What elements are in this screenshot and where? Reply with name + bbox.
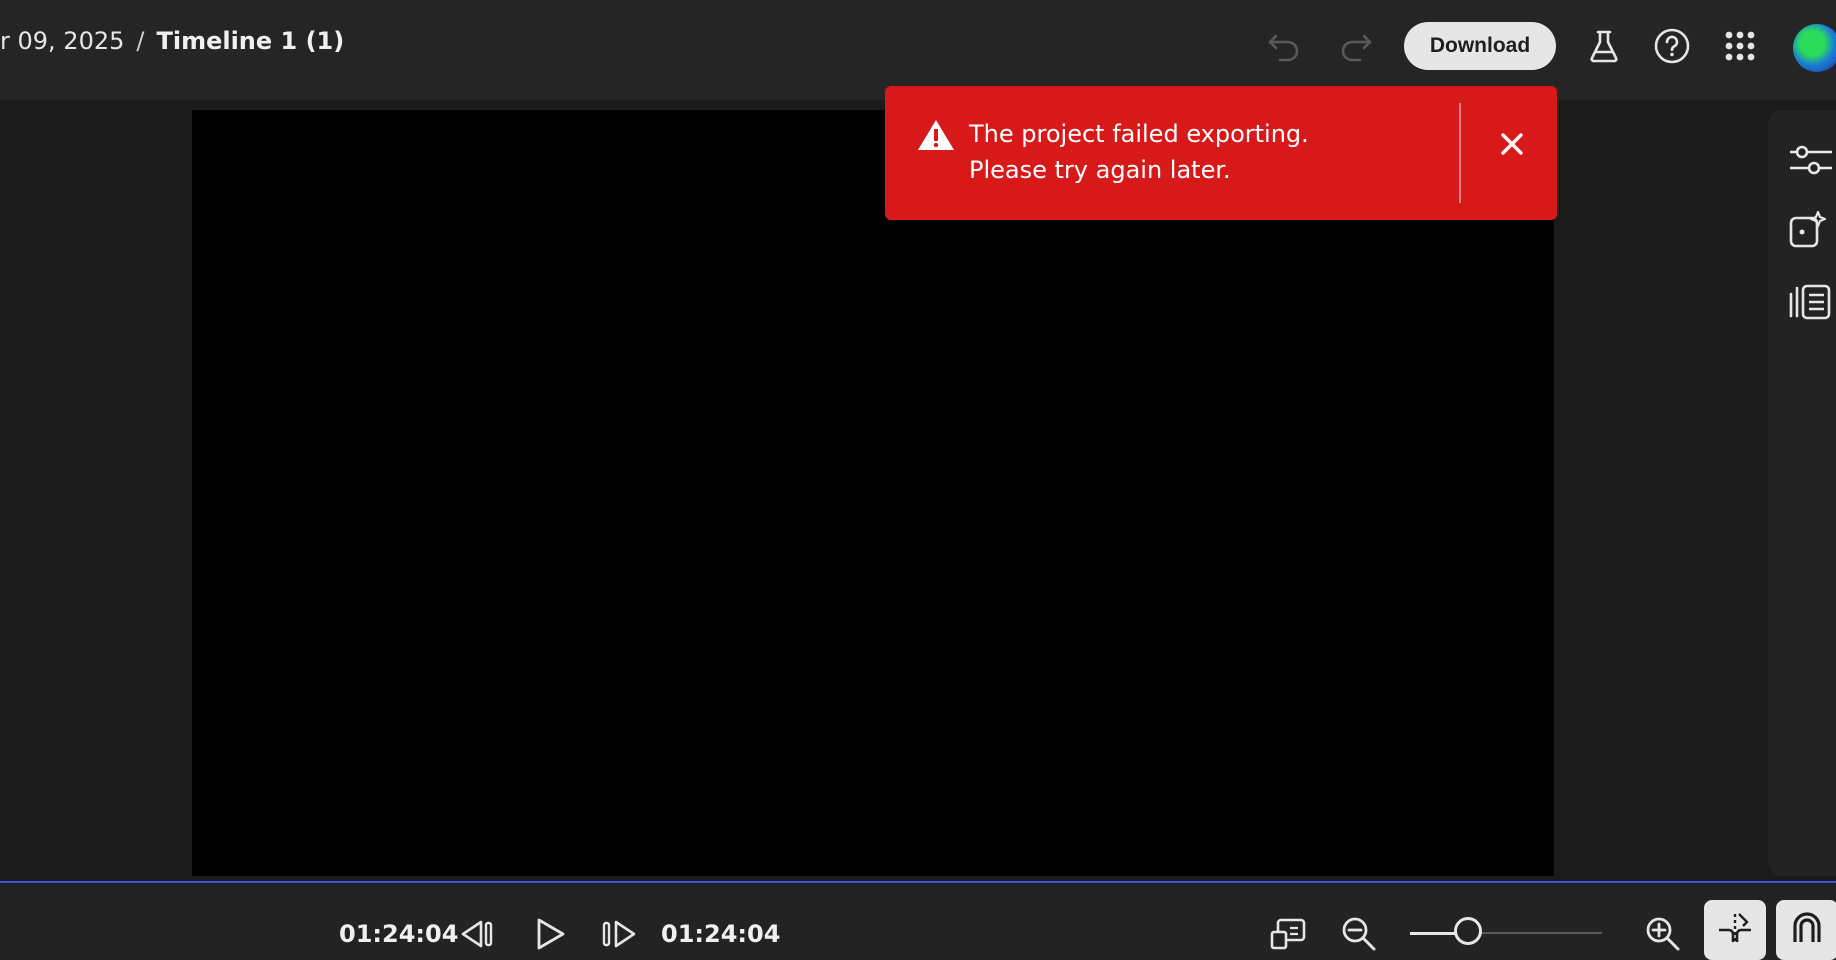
magic-sparkle-icon bbox=[1788, 208, 1832, 252]
toast-message: The project failed exporting. Please try… bbox=[969, 120, 1309, 184]
captions-list-icon bbox=[1788, 282, 1832, 322]
zoom-out-button[interactable] bbox=[1338, 914, 1380, 954]
video-preview[interactable] bbox=[192, 110, 1554, 876]
breadcrumb-separator: / bbox=[136, 27, 145, 55]
split-scissors-icon bbox=[1715, 910, 1755, 950]
beaker-icon bbox=[1587, 28, 1621, 64]
aspect-ratio-button[interactable] bbox=[1266, 914, 1310, 954]
duration-timecode: 01:24:04 bbox=[661, 920, 781, 948]
toast-close-button[interactable] bbox=[1492, 126, 1532, 166]
breadcrumb-project-date[interactable]: r 09, 2025 bbox=[0, 27, 124, 55]
split-clip-button[interactable] bbox=[1704, 900, 1766, 960]
adjust-tool-button[interactable] bbox=[1788, 138, 1832, 182]
aspect-ratio-icon bbox=[1268, 916, 1308, 952]
help-button[interactable] bbox=[1652, 26, 1692, 66]
download-button[interactable]: Download bbox=[1404, 22, 1556, 70]
toast-divider bbox=[1459, 103, 1461, 203]
redo-button[interactable] bbox=[1336, 26, 1376, 66]
play-button[interactable] bbox=[529, 914, 571, 954]
zoom-in-icon bbox=[1644, 915, 1682, 953]
step-back-button[interactable] bbox=[458, 914, 500, 954]
transport-bar: 01:24:04 01:24:04 bbox=[0, 884, 1836, 960]
sliders-icon bbox=[1788, 142, 1832, 178]
breadcrumb: r 09, 2025 / Timeline 1 (1) bbox=[0, 27, 344, 55]
breadcrumb-timeline-name[interactable]: Timeline 1 (1) bbox=[156, 27, 344, 55]
zoom-slider[interactable] bbox=[1410, 917, 1602, 945]
zoom-slider-thumb[interactable] bbox=[1453, 917, 1482, 945]
undo-icon bbox=[1266, 28, 1302, 64]
snapping-toggle[interactable] bbox=[1776, 900, 1836, 960]
close-icon bbox=[1500, 132, 1524, 160]
top-bar: r 09, 2025 / Timeline 1 (1) Download bbox=[0, 0, 1836, 100]
step-forward-button[interactable] bbox=[599, 914, 641, 954]
zoom-out-icon bbox=[1340, 915, 1378, 953]
undo-button[interactable] bbox=[1264, 26, 1304, 66]
redo-icon bbox=[1338, 28, 1374, 64]
labs-button[interactable] bbox=[1584, 26, 1624, 66]
apps-button[interactable] bbox=[1720, 26, 1760, 66]
current-timecode: 01:24:04 bbox=[339, 920, 459, 948]
right-tool-rail bbox=[1768, 110, 1836, 876]
user-avatar[interactable] bbox=[1793, 24, 1836, 72]
effects-tool-button[interactable] bbox=[1788, 208, 1832, 252]
step-forward-icon bbox=[600, 918, 640, 950]
captions-tool-button[interactable] bbox=[1788, 280, 1832, 324]
zoom-in-button[interactable] bbox=[1642, 914, 1684, 954]
play-icon bbox=[533, 916, 567, 952]
alert-triangle-icon bbox=[917, 118, 955, 156]
help-icon bbox=[1653, 27, 1691, 65]
timeline-progress-line bbox=[0, 881, 1836, 883]
step-back-icon bbox=[459, 918, 499, 950]
error-toast: The project failed exporting. Please try… bbox=[885, 86, 1557, 220]
magnet-icon bbox=[1789, 910, 1825, 950]
apps-grid-icon bbox=[1723, 29, 1757, 63]
